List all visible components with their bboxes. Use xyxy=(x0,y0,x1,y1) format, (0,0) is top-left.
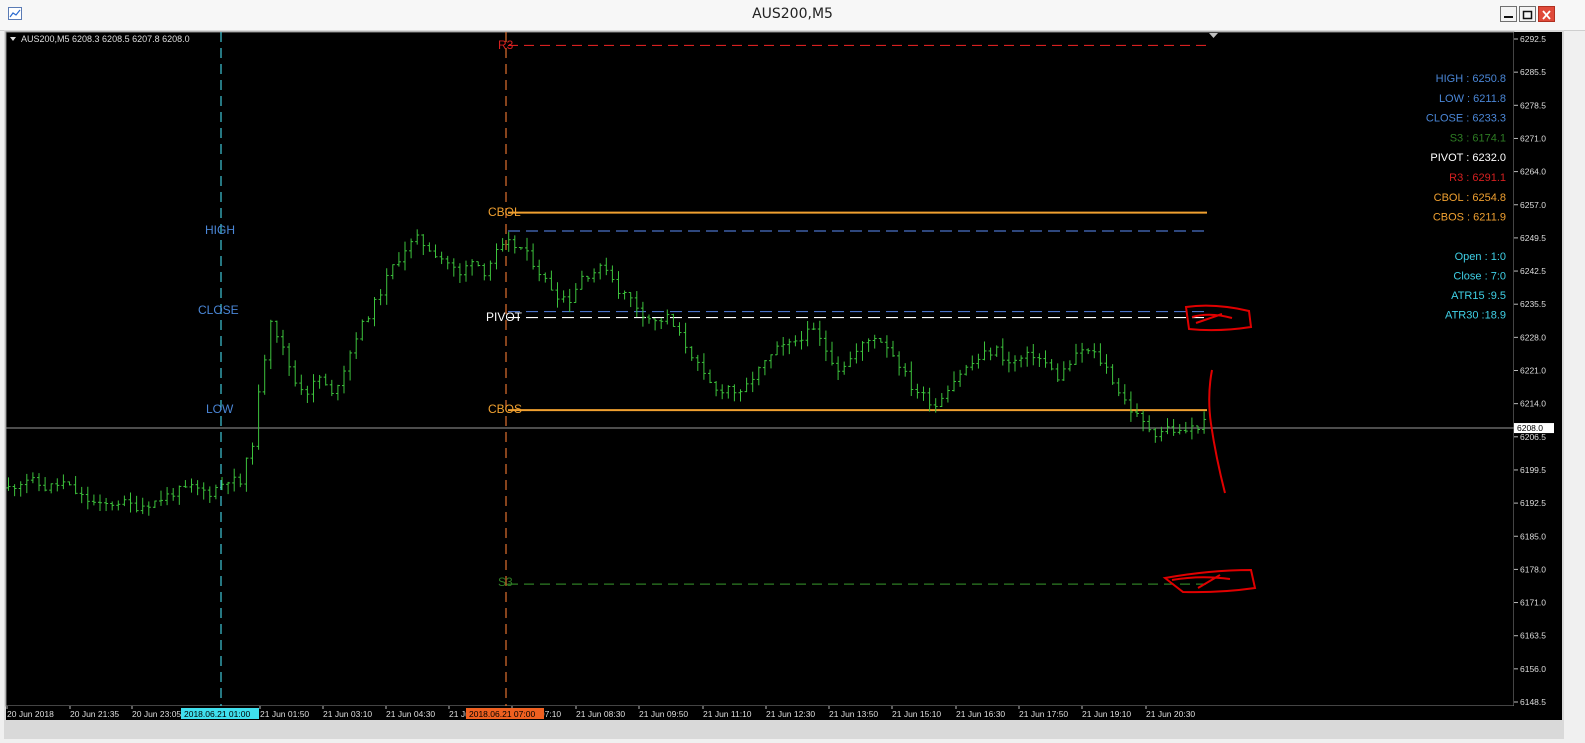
y-tick-label: 6156.0 xyxy=(1520,664,1546,674)
y-tick-label: 6264.0 xyxy=(1520,167,1546,177)
hlc-value-label: LOW : 6211.8 xyxy=(1439,93,1506,105)
level-value-label: CBOS : 6211.9 xyxy=(1433,212,1506,224)
x-tick-label: 21 Jun 16:30 xyxy=(956,709,1005,719)
x-tick-label: 21 Jun 11:10 xyxy=(703,709,752,719)
y-tick-label: 6242.5 xyxy=(1520,266,1546,276)
y-tick-label: 6292.5 xyxy=(1520,34,1546,44)
hlc-value-label: CLOSE : 6233.3 xyxy=(1426,113,1506,125)
y-tick-label: 6214.0 xyxy=(1520,399,1546,409)
cbol-chart-label: CBOL xyxy=(488,205,521,219)
y-tick-label: 6278.5 xyxy=(1520,100,1546,110)
level-value-label: CBOL : 6254.8 xyxy=(1434,192,1506,204)
y-tick-label: 6271.0 xyxy=(1520,133,1546,143)
prev-close-label: CLOSE xyxy=(198,303,239,317)
x-tick-label: 21 Jun 20:30 xyxy=(1146,709,1195,719)
x-tick-label: 20 Jun 2018 xyxy=(7,709,54,719)
y-tick-label: 6199.5 xyxy=(1520,465,1546,475)
atr-stat-label: Open : 1:0 xyxy=(1455,251,1506,263)
x-tick-label: 20 Jun 23:05 xyxy=(132,709,181,719)
x-tick-label: 21 Jun 12:30 xyxy=(766,709,815,719)
y-tick-label: 6185.0 xyxy=(1520,531,1546,541)
y-tick-label: 6249.5 xyxy=(1520,233,1546,243)
session-start-time-label: 2018.06.21 01:00 xyxy=(184,709,250,719)
x-tick-label: 21 Jun 13:50 xyxy=(829,709,878,719)
x-tick-label: 21 Jun 08:30 xyxy=(576,709,625,719)
atr-stat-label: Close : 7:0 xyxy=(1453,271,1506,283)
prev-high-label: HIGH xyxy=(205,223,235,237)
atr-stat-label: ATR15 :9.5 xyxy=(1451,290,1506,302)
y-tick-label: 6257.0 xyxy=(1520,200,1546,210)
y-tick-label: 6178.0 xyxy=(1520,564,1546,574)
y-tick-label: 6228.0 xyxy=(1520,332,1546,342)
y-tick-label: 6148.5 xyxy=(1520,697,1546,707)
pivot-chart-label: PIVOT xyxy=(486,310,523,324)
level-value-label: PIVOT : 6232.0 xyxy=(1430,152,1506,164)
atr-stat-label: ATR30 :18.9 xyxy=(1445,310,1506,322)
hlc-value-label: HIGH : 6250.8 xyxy=(1436,73,1506,85)
r3-chart-label: R3 xyxy=(498,38,514,52)
current-price-label: 6208.0 xyxy=(1517,423,1543,433)
level-value-label: S3 : 6174.1 xyxy=(1450,132,1506,144)
x-tick-label: 21 Jun 01:50 xyxy=(260,709,309,719)
symbol-quote-line: AUS200,M5 6208.3 6208.5 6207.8 6208.0 xyxy=(21,34,190,44)
cbos-chart-label: CBOS xyxy=(488,402,522,416)
y-tick-label: 6235.5 xyxy=(1520,299,1546,309)
price-chart[interactable]: 6292.5 6285.5 6278.5 6271.0 6264.0 6257.0 6249… xyxy=(0,0,1585,743)
s3-chart-label: S3 xyxy=(498,575,513,589)
x-tick-label: 21 Jun 17:50 xyxy=(1019,709,1068,719)
x-tick-label: 21 Jun 04:30 xyxy=(386,709,435,719)
y-tick-label: 6206.5 xyxy=(1520,432,1546,442)
plot-area[interactable] xyxy=(5,31,1515,707)
x-tick-label: 21 Jun 03:10 xyxy=(323,709,372,719)
day-open-time-label: 2018.06.21 07:00 xyxy=(469,709,535,719)
y-tick-label: 6221.0 xyxy=(1520,366,1546,376)
x-tick-label: 21 Jun 15:10 xyxy=(892,709,941,719)
x-tick-label: 21 Jun 19:10 xyxy=(1082,709,1131,719)
y-tick-label: 6192.5 xyxy=(1520,498,1546,508)
prev-low-label: LOW xyxy=(206,402,234,416)
level-value-label: R3 : 6291.1 xyxy=(1449,172,1506,184)
x-tick-label: 20 Jun 21:35 xyxy=(70,709,119,719)
y-tick-label: 6163.5 xyxy=(1520,631,1546,641)
y-tick-label: 6171.0 xyxy=(1520,598,1546,608)
y-tick-label: 6285.5 xyxy=(1520,67,1546,77)
x-tick-label: 21 Jun 09:50 xyxy=(639,709,688,719)
